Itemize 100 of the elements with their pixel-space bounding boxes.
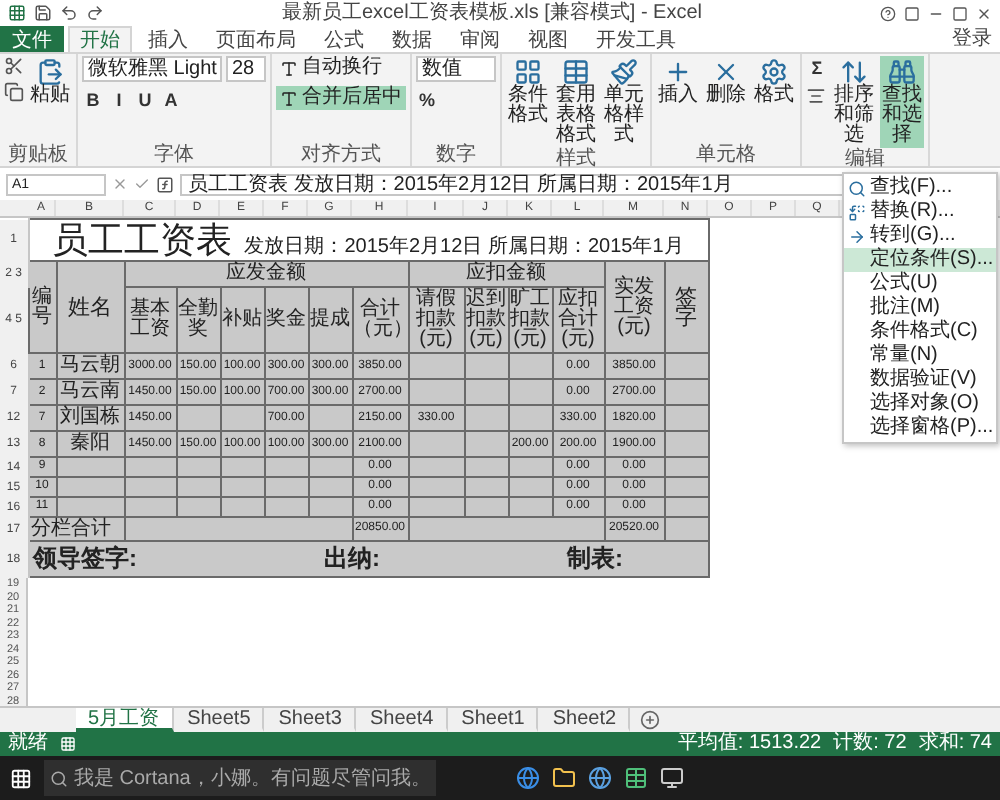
status-text: 平均值: 1513.22 [677, 732, 822, 756]
format-button[interactable]: % [416, 88, 438, 112]
maximize-icon[interactable] [952, 5, 968, 21]
format-button[interactable]: A [160, 88, 182, 112]
x-icon [712, 58, 740, 86]
ribbon-button[interactable]: 查找和选择 [880, 56, 924, 148]
table-header: 旷工扣款(元) [508, 287, 552, 353]
spreadsheet-icon[interactable] [624, 766, 649, 790]
sort-icon [840, 58, 868, 86]
menu-tab[interactable]: 公式 [312, 26, 376, 52]
signature-label: 出纳: [324, 542, 380, 576]
window-title: 最新员工excel工资表模板.xls [兼容模式] - Excel [279, 1, 705, 25]
menu-tab[interactable]: 文件 [0, 26, 64, 52]
table-header: 实发工资(元) [604, 261, 664, 353]
menu-tab[interactable]: 开始 [68, 26, 132, 52]
menu-item[interactable]: 常量(N) [844, 344, 996, 368]
table-header: 补贴 [220, 287, 264, 353]
menu-tab[interactable]: 开发工具 [584, 26, 688, 52]
table-header: 迟到扣款(元) [464, 287, 508, 353]
menu-tab[interactable]: 审阅 [448, 26, 512, 52]
menu-tab[interactable]: 数据 [380, 26, 444, 52]
menu-item[interactable]: 数据验证(V) [844, 368, 996, 392]
text-icon [280, 59, 298, 77]
table-header: 基本工资 [124, 287, 176, 353]
status-text: 就绪 [8, 732, 48, 756]
ribbon-button[interactable]: 合并后居中 [276, 86, 406, 110]
sheet-title: 员工工资表 [52, 220, 233, 260]
table-header: 请假扣款(元) [408, 287, 464, 353]
gear-icon [760, 58, 788, 86]
text-icon [280, 89, 298, 107]
close-icon[interactable] [976, 5, 992, 21]
menu-tab[interactable]: 页面布局 [204, 26, 308, 52]
format-button[interactable]: I [108, 88, 130, 112]
ribbon-button[interactable]: 单元格样式 [602, 56, 646, 148]
ribbon-button[interactable]: 套用表格格式 [554, 56, 598, 148]
group-label: 对齐方式 [301, 144, 381, 166]
menu-item[interactable]: 定位条件(S)... [844, 248, 996, 272]
group-label: 字体 [154, 144, 194, 166]
menu-item[interactable]: 条件格式(C) [844, 320, 996, 344]
sign-in-link[interactable]: 登录 [952, 26, 1000, 52]
table-header: 签字 [664, 261, 708, 353]
group-label: 数字 [436, 144, 476, 166]
help-icon[interactable] [880, 5, 896, 21]
menu-tab[interactable]: 插入 [136, 26, 200, 52]
redo-icon[interactable] [86, 4, 104, 22]
check-icon[interactable] [134, 176, 150, 192]
sheet-tab[interactable]: 5月工资 [76, 708, 174, 732]
copy-icon[interactable] [4, 82, 24, 102]
table-header: 合计（元） [352, 287, 408, 353]
search-icon [848, 179, 866, 197]
table-cell: 秦阳 [56, 431, 124, 457]
menu-item[interactable]: 替换(R)... [844, 200, 996, 224]
menu-item[interactable]: 批注(M) [844, 296, 996, 320]
table-header: 应扣金额 [408, 261, 604, 287]
table-cell: 马云南 [56, 379, 124, 405]
align-center-icon[interactable] [806, 86, 826, 106]
scissors-icon[interactable] [4, 56, 24, 76]
menu-tab[interactable]: 视图 [516, 26, 580, 52]
arrow-right-icon [848, 227, 866, 245]
ribbon-button[interactable]: 排序和筛选 [832, 56, 876, 148]
table-header: 编号 [28, 261, 56, 353]
group-label: 编辑 [845, 148, 885, 170]
menu-item[interactable]: 选择对象(O) [844, 392, 996, 416]
globe-icon[interactable] [588, 766, 613, 790]
monitor-icon[interactable] [660, 766, 685, 790]
clipboard-icon [36, 58, 64, 86]
status-text: 计数: 72 [833, 732, 907, 756]
save-icon[interactable] [34, 4, 52, 22]
font-field[interactable]: 微软雅黑 Light [82, 56, 222, 82]
table-header: 姓名 [56, 261, 124, 353]
menu-item[interactable]: 选择窗格(P)... [844, 416, 996, 440]
search-field[interactable]: 我是 Cortana，小娜。有问题尽管问我。 [44, 760, 437, 796]
format-button[interactable]: B [82, 88, 104, 112]
ribbon-button[interactable]: 粘贴 [28, 56, 72, 108]
folder-icon[interactable] [552, 766, 577, 790]
format-button[interactable]: Σ [806, 56, 828, 80]
group-label: 样式 [556, 148, 596, 170]
cancel-icon[interactable] [112, 176, 128, 192]
ribbon-button[interactable]: 插入 [656, 56, 700, 108]
table-icon [562, 58, 590, 86]
group-label: 剪贴板 [8, 144, 68, 166]
undo-icon[interactable] [60, 4, 78, 22]
format-button[interactable]: U [134, 88, 156, 112]
ribbon-button[interactable]: 自动换行 [276, 56, 386, 80]
ribbon-button[interactable]: 条件格式 [506, 56, 550, 128]
number-format-field[interactable]: 数值 [416, 56, 496, 82]
font-size-field[interactable]: 28 [226, 56, 266, 82]
add-sheet-icon[interactable] [640, 710, 661, 730]
ribbon-button[interactable]: 删除 [704, 56, 748, 108]
menu-item[interactable]: 公式(U) [844, 272, 996, 296]
status-text: 求和: 74 [918, 732, 992, 756]
plus-icon [664, 58, 692, 86]
ribbon-button[interactable]: 格式 [752, 56, 796, 108]
table-header: 应发金额 [124, 261, 408, 287]
menu-item[interactable]: 转到(G)... [844, 224, 996, 248]
menu-item[interactable]: 查找(F)... [844, 176, 996, 200]
search-icon [50, 769, 68, 787]
function-icon[interactable] [156, 175, 174, 193]
browser-icon[interactable] [516, 766, 541, 790]
signature-label: 制表: [567, 542, 623, 576]
